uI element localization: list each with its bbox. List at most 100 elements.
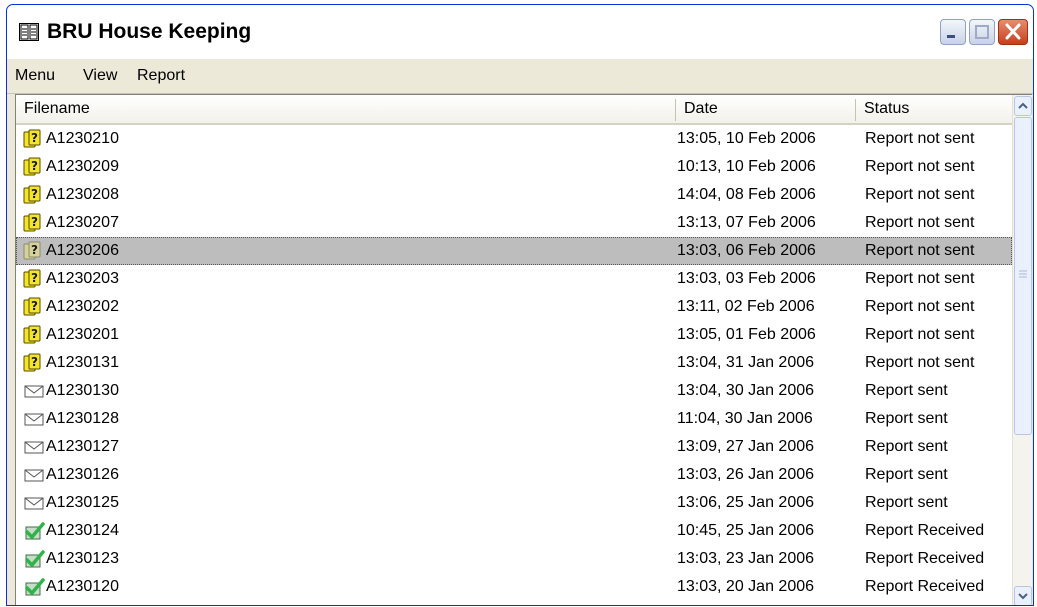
table-row[interactable]: A1230128 11:04, 30 Jan 2006 Report sent xyxy=(16,405,1012,433)
vertical-scrollbar[interactable] xyxy=(1012,95,1032,605)
scroll-down-button[interactable] xyxy=(1014,586,1032,605)
date-cell: 13:03, 23 Jan 2006 xyxy=(677,550,815,567)
date-cell: 13:05, 01 Feb 2006 xyxy=(677,326,816,343)
filename-cell: A1230123 xyxy=(46,550,119,567)
svg-text:?: ? xyxy=(31,355,38,369)
status-cell: Report sent xyxy=(865,438,948,455)
column-header-date[interactable]: Date xyxy=(676,95,856,123)
question-icon: ? xyxy=(23,297,41,316)
date-cell: 14:04, 08 Feb 2006 xyxy=(677,186,816,203)
filename-cell: A1230126 xyxy=(46,466,119,483)
minimize-icon xyxy=(947,35,955,38)
date-cell: 10:13, 10 Feb 2006 xyxy=(677,158,816,175)
question-icon: ? xyxy=(23,241,41,260)
svg-text:?: ? xyxy=(31,187,38,201)
date-cell: 13:09, 27 Jan 2006 xyxy=(677,438,815,455)
maximize-icon xyxy=(975,25,989,39)
table-row[interactable]: ? A1230207 13:13, 07 Feb 2006 Report not se… xyxy=(16,209,1012,237)
table-row[interactable]: A1230126 13:03, 26 Jan 2006 Report sent xyxy=(16,461,1012,489)
filename-cell: A1230131 xyxy=(46,354,119,371)
scroll-up-button[interactable] xyxy=(1014,96,1032,116)
svg-text:?: ? xyxy=(31,327,38,341)
file-list[interactable]: Filename Date Status ? A1230210 13:05, 10 … xyxy=(15,94,1032,605)
status-cell: Report not sent xyxy=(865,130,975,147)
status-cell: Report not sent xyxy=(865,242,975,259)
table-row[interactable]: A1230130 13:04, 30 Jan 2006 Report sent xyxy=(16,377,1012,405)
table-row[interactable]: ? A1230203 13:03, 03 Feb 2006 Report not se… xyxy=(16,265,1012,293)
status-cell: Report sent xyxy=(865,494,948,511)
table-row[interactable]: A1230127 13:09, 27 Jan 2006 Report sent xyxy=(16,433,1012,461)
status-cell: Report not sent xyxy=(865,270,975,287)
check-icon xyxy=(25,578,45,596)
svg-text:?: ? xyxy=(31,159,38,173)
table-row[interactable]: A1230120 13:03, 20 Jan 2006 Report Receive… xyxy=(16,573,1012,601)
filename-cell: A1230206 xyxy=(46,242,119,259)
table-row[interactable]: A1230123 13:03, 23 Jan 2006 Report Receive… xyxy=(16,545,1012,573)
menu-item-view[interactable]: View xyxy=(83,67,117,85)
date-cell: 11:04, 30 Jan 2006 xyxy=(677,410,813,427)
column-header-filename[interactable]: Filename xyxy=(16,95,676,123)
status-cell: Report not sent xyxy=(865,298,975,315)
status-cell: Report not sent xyxy=(865,326,975,343)
window-title: BRU House Keeping xyxy=(47,20,252,43)
date-cell: 13:05, 10 Feb 2006 xyxy=(677,130,816,147)
date-cell: 13:03, 06 Feb 2006 xyxy=(677,242,816,259)
svg-text:?: ? xyxy=(31,131,38,145)
table-row[interactable]: ? A1230201 13:05, 01 Feb 2006 Report not se… xyxy=(16,321,1012,349)
question-icon: ? xyxy=(23,129,41,148)
table-row[interactable]: ? A1230209 10:13, 10 Feb 2006 Report not se… xyxy=(16,153,1012,181)
chevron-down-icon xyxy=(1018,593,1028,600)
maximize-button[interactable] xyxy=(969,19,995,45)
check-icon xyxy=(25,522,45,540)
question-icon: ? xyxy=(23,269,41,288)
scrollbar-thumb[interactable] xyxy=(1014,117,1032,435)
question-icon: ? xyxy=(23,353,41,372)
envelope-icon xyxy=(24,441,44,454)
date-cell: 13:04, 31 Jan 2006 xyxy=(677,354,815,371)
filename-cell: A1230125 xyxy=(46,494,119,511)
table-row[interactable]: ? A1230206 13:03, 06 Feb 2006 Report not se… xyxy=(16,237,1012,265)
question-icon: ? xyxy=(23,157,41,176)
filename-cell: A1230207 xyxy=(46,214,119,231)
status-cell: Report not sent xyxy=(865,354,975,371)
envelope-icon xyxy=(24,385,44,398)
menu-item-menu[interactable]: Menu xyxy=(15,67,55,85)
filename-cell: A1230201 xyxy=(46,326,119,343)
date-cell: 13:04, 30 Jan 2006 xyxy=(677,382,815,399)
app-icon xyxy=(19,23,39,41)
status-cell: Report sent xyxy=(865,410,948,427)
question-icon: ? xyxy=(23,185,41,204)
close-icon xyxy=(1005,23,1021,40)
filename-cell: A1230202 xyxy=(46,298,119,315)
minimize-button[interactable] xyxy=(940,19,966,45)
table-row[interactable]: ? A1230210 13:05, 10 Feb 2006 Report not se… xyxy=(16,125,1012,153)
svg-text:?: ? xyxy=(31,215,38,229)
chevron-up-icon xyxy=(1018,102,1028,109)
question-icon: ? xyxy=(23,325,41,344)
status-cell: Report not sent xyxy=(865,186,975,203)
table-row[interactable]: A1230125 13:06, 25 Jan 2006 Report sent xyxy=(16,489,1012,517)
column-header-status[interactable]: Status xyxy=(856,95,1012,123)
check-icon xyxy=(25,550,45,568)
filename-cell: A1230130 xyxy=(46,382,119,399)
table-row[interactable]: ? A1230202 13:11, 02 Feb 2006 Report not se… xyxy=(16,293,1012,321)
table-row[interactable]: ? A1230208 14:04, 08 Feb 2006 Report not se… xyxy=(16,181,1012,209)
date-cell: 13:03, 20 Jan 2006 xyxy=(677,578,815,595)
close-button[interactable] xyxy=(998,19,1028,45)
date-cell: 10:45, 25 Jan 2006 xyxy=(677,522,815,539)
table-row[interactable]: ? A1230131 13:04, 31 Jan 2006 Report not se… xyxy=(16,349,1012,377)
filename-cell: A1230128 xyxy=(46,410,119,427)
title-bar[interactable]: BRU House Keeping xyxy=(7,5,1033,59)
envelope-icon xyxy=(24,497,44,510)
table-row[interactable]: A1230124 10:45, 25 Jan 2006 Report Receive… xyxy=(16,517,1012,545)
envelope-icon xyxy=(24,469,44,482)
filename-cell: A1230208 xyxy=(46,186,119,203)
menu-item-report[interactable]: Report xyxy=(137,67,185,85)
list-header: Filename Date Status xyxy=(16,95,1012,125)
filename-cell: A1230127 xyxy=(46,438,119,455)
svg-text:?: ? xyxy=(31,243,38,257)
status-cell: Report not sent xyxy=(865,214,975,231)
status-cell: Report Received xyxy=(865,550,985,567)
status-cell: Report sent xyxy=(865,466,948,483)
date-cell: 13:03, 26 Jan 2006 xyxy=(677,466,815,483)
